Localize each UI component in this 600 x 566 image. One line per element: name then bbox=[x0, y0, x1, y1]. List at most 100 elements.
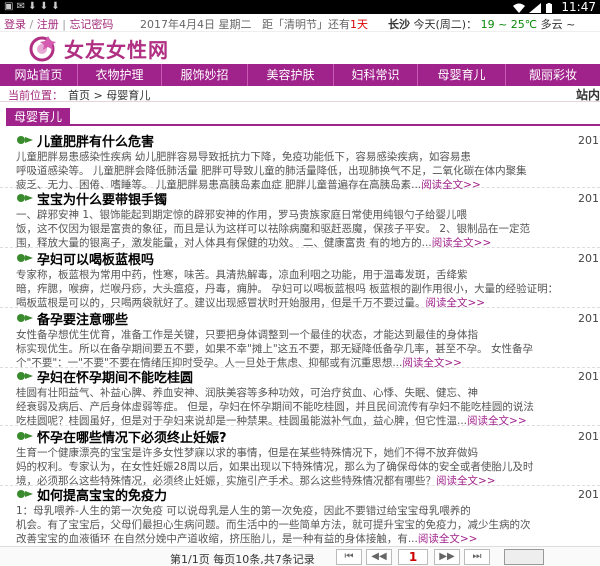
summary-line: 生育一个健康漂亮的宝宝是许多女性梦寐以求的事情，但是在某些特殊情况下，她们不得不… bbox=[16, 447, 478, 459]
wifi-icon bbox=[513, 2, 526, 13]
page-select[interactable] bbox=[504, 549, 544, 565]
site-search-label: 站内 bbox=[575, 88, 600, 102]
logo-mark-icon bbox=[29, 36, 56, 62]
article-title[interactable]: 备孕要注意哪些 bbox=[16, 310, 129, 328]
clock: 11:47 bbox=[561, 0, 596, 14]
article-date: 2017 bbox=[578, 312, 600, 325]
summary-line: 妈的权利。专家认为，在女性妊娠28周以后，如果出现以下特殊情况，那么为了确保母体… bbox=[16, 461, 534, 473]
nav-item-skincare[interactable]: 美容护肤 bbox=[248, 64, 334, 86]
countdown-prefix: 距「清明节」还有 bbox=[262, 18, 350, 31]
article-title[interactable]: 如何提高宝宝的免疫力 bbox=[16, 486, 168, 504]
weather-city: 长沙 bbox=[388, 18, 410, 31]
logo-text: 女友女性网 bbox=[64, 37, 169, 62]
breadcrumb-label: 当前位置： bbox=[8, 89, 63, 102]
article-title[interactable]: 孕妇可以喝板蓝根吗 bbox=[16, 250, 155, 268]
read-more-link[interactable]: 阅读全文>> bbox=[418, 533, 478, 545]
weather-temp: 19 ~ 25℃ bbox=[480, 18, 538, 31]
summary-line: 标实现优生。所以在备孕期间要五不要，如果不幸"摊上"这五不要，那无疑降低备孕几率… bbox=[16, 343, 533, 355]
article-summary: 女性备孕想优生优育，准备工作是关键，只要把身体调整到一个最佳的状态，才能达到最佳… bbox=[16, 328, 600, 370]
list-item: 怀孕在哪些情况下必须终止妊娠? 2017 生育一个健康漂亮的宝宝是许多女性梦寐以… bbox=[0, 428, 600, 487]
signal-icon bbox=[529, 2, 542, 13]
account-links: 登录 / 注册 | 忘记密码 bbox=[4, 18, 114, 31]
summary-line: 1：母乳喂养-人生的第一次免疫 可以说母乳是人生的第一次免疫，因此不要错过给宝宝… bbox=[16, 505, 471, 517]
nav-item-clothing-care[interactable]: 衣物护理 bbox=[78, 64, 162, 86]
nav-item-maternal-baby[interactable]: 母婴育儿 bbox=[418, 64, 506, 86]
list-item: 孕妇可以喝板蓝根吗 2017 专家称，板蓝根为常用中药，性寒，味苦。具清热解毒，… bbox=[0, 250, 600, 310]
last-page-button[interactable]: ⏭ bbox=[464, 549, 490, 565]
status-notification-icons: ▣ ✉ ⬇ ⬇ ⬇ bbox=[4, 1, 60, 12]
login-link[interactable]: 登录 bbox=[4, 18, 26, 31]
article-summary: 1：母乳喂养-人生的第一次免疫 可以说母乳是人生的第一次免疫，因此不要错过给宝宝… bbox=[16, 504, 600, 546]
list-item: 备孕要注意哪些 2017 女性备孕想优生优育，准备工作是关键，只要把身体调整到一… bbox=[0, 310, 600, 370]
list-item: 孕妇在怀孕期间不能吃桂圆 2017 桂圆有壮阳益气、补益心脾、养血安神、润肤美容… bbox=[0, 368, 600, 428]
site-logo[interactable]: 女友女性网 bbox=[28, 34, 169, 62]
weather-day: 今天(周二)： bbox=[413, 18, 478, 31]
read-more-link[interactable]: 阅读全文>> bbox=[426, 297, 486, 309]
summary-line: 专家称，板蓝根为常用中药，性寒，味苦。具清热解毒，凉血利咽之功能，用于温毒发斑，… bbox=[16, 269, 468, 281]
summary-line: 一、辟邪安神 1、银饰能起到期定惊的辟邪安神的作用，罗马贵族家庭日常使用纯银勺子… bbox=[16, 209, 468, 221]
summary-line: 经衰弱及病后、产后身体虚弱等症。 但是，孕妇在怀孕期间不能吃桂圆，并且民间流传有… bbox=[16, 401, 534, 413]
first-page-button[interactable]: ⏮ bbox=[336, 549, 362, 565]
article-title[interactable]: 孕妇在怀孕期间不能吃桂圆 bbox=[16, 368, 194, 386]
article-date: 2017 bbox=[578, 370, 600, 383]
current-date: 2017年4月4日 星期二 bbox=[140, 18, 252, 31]
next-page-button[interactable]: ▶▶ bbox=[434, 549, 460, 565]
summary-line: 女性备孕想优生优育，准备工作是关键，只要把身体调整到一个最佳的状态，才能达到最佳… bbox=[16, 329, 478, 341]
article-title-text: 孕妇在怀孕期间不能吃桂圆 bbox=[37, 370, 194, 386]
article-title[interactable]: 怀孕在哪些情况下必须终止妊娠? bbox=[16, 428, 227, 446]
article-bullet-icon bbox=[17, 136, 33, 144]
current-page-button[interactable]: 1 bbox=[398, 549, 428, 565]
article-date: 2017 bbox=[578, 488, 600, 501]
nav-item-makeup[interactable]: 靓丽彩妆 bbox=[506, 64, 600, 86]
pagination: 第1/1页 每页10条,共7条记录 ⏮ ◀◀ 1 ▶▶ ⏭ bbox=[0, 546, 600, 566]
article-title-text: 孕妇可以喝板蓝根吗 bbox=[37, 252, 155, 268]
prev-page-button[interactable]: ◀◀ bbox=[366, 549, 392, 565]
article-bullet-icon bbox=[17, 254, 33, 262]
breadcrumb-path[interactable]: 首页 > 母婴育儿 bbox=[68, 87, 150, 103]
nav-item-gynecology[interactable]: 妇科常识 bbox=[334, 64, 418, 86]
battery-icon bbox=[545, 2, 557, 13]
summary-line: 饭，这不仅因为银是富贵的象征，而且是认为这样可以祛除病魔和驱赶恶魔，保孩子平安。… bbox=[16, 223, 531, 235]
list-item: 儿童肥胖有什么危害 2017 儿童肥胖易患感染性疾病 幼儿肥胖容易导致抵抗力下降… bbox=[0, 132, 600, 191]
article-summary: 儿童肥胖易患感染性疾病 幼儿肥胖容易导致抵抗力下降，免疫功能低下，容易感染疾病，… bbox=[16, 150, 600, 192]
article-bullet-icon bbox=[17, 432, 33, 440]
article-title-text: 如何提高宝宝的免疫力 bbox=[37, 488, 168, 504]
article-title-text: 怀孕在哪些情况下必须终止妊娠? bbox=[37, 430, 227, 446]
summary-line: 机会。有了宝宝后，父母们最担心生病问题。而生活中的一些简单方法，就可提升宝宝的免… bbox=[16, 519, 531, 531]
nav-item-home[interactable]: 网站首页 bbox=[0, 64, 78, 86]
article-title-text: 备孕要注意哪些 bbox=[37, 312, 129, 328]
holiday-countdown: 距「清明节」还有1天 bbox=[262, 16, 368, 31]
pagination-info: 第1/1页 每页10条,共7条记录 bbox=[170, 553, 315, 566]
article-bullet-icon bbox=[17, 372, 33, 380]
article-summary: 一、辟邪安神 1、银饰能起到期定惊的辟邪安神的作用，罗马贵族家庭日常使用纯银勺子… bbox=[16, 208, 600, 250]
top-info-bar: 登录 / 注册 | 忘记密码 2017年4月4日 星期二 距「清明节」还有1天 … bbox=[0, 14, 600, 32]
article-title[interactable]: 儿童肥胖有什么危害 bbox=[16, 132, 155, 150]
article-title-text: 宝宝为什么要带银手镯 bbox=[37, 192, 168, 208]
read-more-link[interactable]: 阅读全文>> bbox=[432, 237, 492, 249]
main-nav: 网站首页 衣物护理 服饰妙招 美容护肤 妇科常识 母婴育儿 靓丽彩妆 bbox=[0, 64, 600, 86]
article-summary: 桂圆有壮阳益气、补益心脾、养血安神、润肤美容等多种功效，可治疗贫血、心悸、失眠、… bbox=[16, 386, 600, 428]
section-header: 母婴育儿 bbox=[6, 108, 600, 126]
countdown-days: 1天 bbox=[350, 18, 368, 31]
article-date: 2017 bbox=[578, 134, 600, 147]
article-title-text: 儿童肥胖有什么危害 bbox=[37, 134, 155, 150]
forgot-password-link[interactable]: 忘记密码 bbox=[69, 18, 113, 31]
register-link[interactable]: 注册 bbox=[37, 18, 59, 31]
summary-line: 儿童肥胖易患感染性疾病 幼儿肥胖容易导致抵抗力下降，免疫功能低下，容易感染疾病，… bbox=[16, 151, 471, 163]
summary-line: 暗，痄腮，喉痹，烂喉丹痧，大头瘟疫，丹毒，痈肿。 孕妇可以喝板蓝根吗 板蓝根的副… bbox=[16, 283, 559, 295]
article-date: 2017 bbox=[578, 252, 600, 265]
read-more-link[interactable]: 阅读全文>> bbox=[467, 415, 527, 427]
article-date: 2017 bbox=[578, 192, 600, 205]
summary-line: 呼吸道感染等。 儿童肥胖会降低肺活量 肥胖可导致儿童的肺活量降低，出现肺换气不足… bbox=[16, 165, 527, 177]
weather-desc: 多云 ~ bbox=[540, 18, 576, 31]
article-summary: 专家称，板蓝根为常用中药，性寒，味苦。具清热解毒，凉血利咽之功能，用于温毒发斑，… bbox=[16, 268, 600, 310]
status-right: 11:47 bbox=[513, 0, 596, 14]
list-item: 宝宝为什么要带银手镯 2017 一、辟邪安神 1、银饰能起到期定惊的辟邪安神的作… bbox=[0, 190, 600, 250]
article-title[interactable]: 宝宝为什么要带银手镯 bbox=[16, 190, 168, 208]
article-bullet-icon bbox=[17, 490, 33, 498]
list-item: 如何提高宝宝的免疫力 2017 1：母乳喂养-人生的第一次免疫 可以说母乳是人生… bbox=[0, 486, 600, 546]
nav-item-fashion-tips[interactable]: 服饰妙招 bbox=[162, 64, 248, 86]
article-date: 2017 bbox=[578, 430, 600, 443]
section-title: 母婴育儿 bbox=[6, 108, 71, 126]
summary-line: 桂圆有壮阳益气、补益心脾、养血安神、润肤美容等多种功效，可治疗贫血、心悸、失眠、… bbox=[16, 387, 478, 399]
